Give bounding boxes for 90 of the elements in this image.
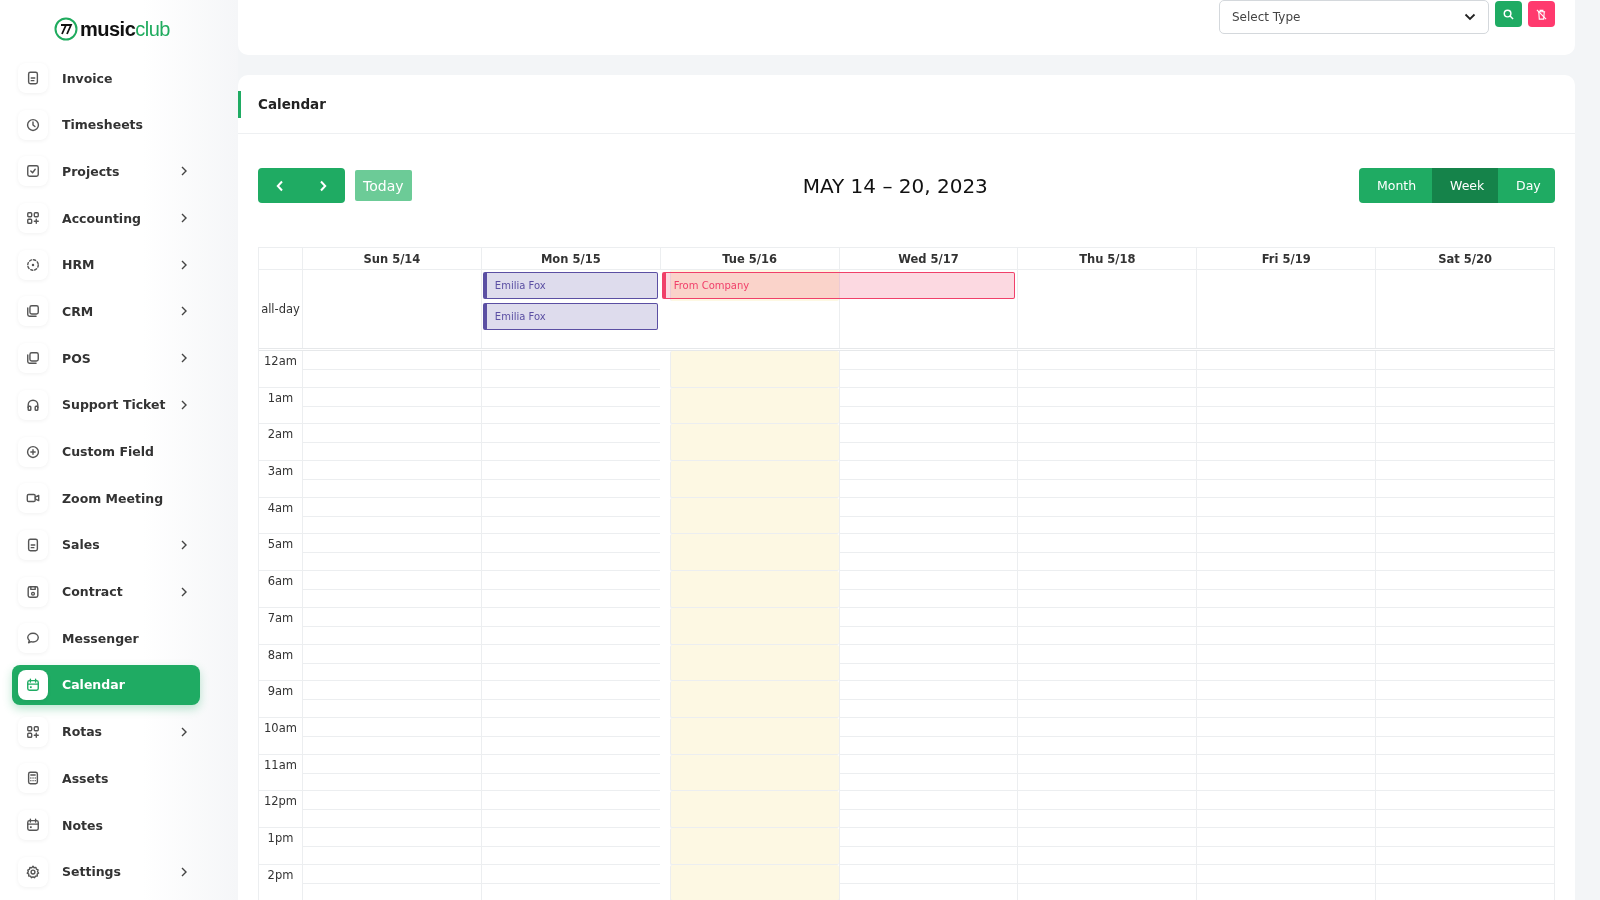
time-slot[interactable] — [669, 571, 839, 608]
dashed-circle-icon — [26, 257, 40, 272]
sidebar-item[interactable]: Notes — [12, 805, 200, 845]
time-slot[interactable] — [669, 351, 839, 388]
time-slot[interactable] — [669, 607, 839, 645]
sidebar-item[interactable]: Messenger — [12, 618, 200, 659]
layers-icon — [26, 304, 40, 319]
sidebar-item[interactable]: Timesheets — [12, 104, 200, 145]
day-header: Mon 5/15 — [480, 248, 660, 270]
calculator-icon — [26, 771, 40, 786]
time-slot[interactable] — [838, 387, 1018, 425]
grid-plus-icon — [26, 724, 40, 739]
sidebar-item[interactable]: Sales — [12, 524, 200, 565]
time-slot[interactable] — [669, 424, 839, 462]
time-slot[interactable] — [838, 424, 1018, 462]
day-header: Wed 5/17 — [838, 248, 1018, 270]
sidebar-item[interactable]: Contract — [12, 571, 200, 612]
chevron-down-icon — [1464, 13, 1476, 21]
type-select[interactable]: Select Type — [1219, 0, 1489, 34]
time-slot[interactable] — [838, 717, 1018, 755]
day-header: Sat 5/20 — [1375, 248, 1554, 270]
chat-bubble-icon — [26, 631, 40, 646]
time-slot[interactable] — [1017, 351, 1197, 388]
all-day-label: all-day — [260, 301, 301, 318]
sidebar-item[interactable]: Zoom Meeting — [12, 478, 200, 519]
time-slot[interactable] — [669, 681, 839, 718]
sidebar-item[interactable]: Custom Field — [12, 431, 200, 472]
sidebar-item[interactable]: Settings — [12, 851, 200, 892]
time-slot[interactable] — [669, 387, 839, 425]
grid-plus-icon — [26, 211, 40, 226]
search-button[interactable] — [1495, 1, 1522, 27]
clock-icon — [26, 117, 40, 132]
sidebar-item[interactable]: POS — [12, 338, 200, 379]
circle-plus-icon — [26, 444, 40, 459]
day-header: Thu 5/18 — [1017, 248, 1197, 270]
time-slot[interactable] — [838, 827, 1018, 865]
document-icon — [26, 537, 40, 552]
time-slot[interactable] — [838, 461, 1018, 498]
chevron-left-icon — [275, 179, 284, 192]
sidebar-item[interactable]: CRM — [12, 291, 200, 332]
view-tab[interactable]: Week — [1432, 168, 1498, 203]
logo-text: musicclub — [80, 17, 170, 41]
headphones-icon — [26, 397, 40, 412]
day-header: Sun 5/14 — [302, 248, 481, 270]
clear-filter-button[interactable] — [1528, 1, 1555, 27]
time-slot[interactable] — [838, 644, 1018, 682]
chevron-right-icon — [319, 179, 328, 192]
time-slot[interactable] — [669, 717, 839, 755]
time-slot[interactable] — [838, 681, 1018, 718]
time-slot[interactable] — [669, 497, 839, 535]
page-title: Calendar — [258, 96, 326, 112]
logo-icon — [54, 17, 78, 41]
time-slot[interactable] — [838, 607, 1018, 645]
sidebar-item[interactable]: Assets — [12, 758, 200, 799]
document-icon — [26, 71, 40, 85]
time-slot[interactable] — [669, 791, 839, 828]
sidebar-item[interactable]: Invoice — [12, 58, 200, 98]
layers-icon — [26, 351, 40, 366]
time-slot[interactable] — [480, 351, 660, 388]
time-slot[interactable] — [838, 497, 1018, 535]
gear-icon — [26, 864, 40, 879]
sidebar-item[interactable]: HRM — [12, 244, 200, 285]
time-slot[interactable] — [669, 827, 839, 865]
time-slot[interactable] — [838, 534, 1018, 572]
time-slot[interactable] — [669, 754, 839, 792]
time-slot[interactable] — [1196, 351, 1376, 388]
time-slot[interactable] — [838, 351, 1018, 388]
trash-icon — [1536, 8, 1547, 20]
calendar-event[interactable]: Emilia Fox — [482, 303, 658, 330]
time-slot[interactable] — [302, 351, 481, 388]
day-header: Fri 5/19 — [1196, 248, 1376, 270]
sidebar-item[interactable]: Accounting — [12, 198, 200, 239]
time-slot[interactable] — [838, 791, 1018, 828]
sidebar-item[interactable]: Projects — [12, 151, 200, 192]
sidebar-item[interactable]: Support Ticket — [12, 384, 200, 425]
search-icon — [1503, 8, 1514, 20]
time-slot[interactable] — [838, 864, 1018, 900]
checkbox-icon — [26, 164, 40, 179]
calendar-icon — [26, 677, 40, 692]
time-slot[interactable] — [1375, 351, 1554, 388]
time-slot[interactable] — [669, 864, 839, 900]
calendar-icon — [26, 818, 40, 832]
sidebar-item[interactable]: Rotas — [12, 711, 200, 752]
time-slot[interactable] — [669, 644, 839, 682]
time-slot[interactable] — [669, 534, 839, 572]
time-slot[interactable] — [838, 571, 1018, 608]
date-range-title: MAY 14 – 20, 2023 — [801, 173, 989, 198]
time-slot[interactable] — [838, 754, 1018, 792]
calendar-event[interactable]: Emilia Fox — [482, 272, 658, 299]
time-slot[interactable] — [669, 461, 839, 498]
